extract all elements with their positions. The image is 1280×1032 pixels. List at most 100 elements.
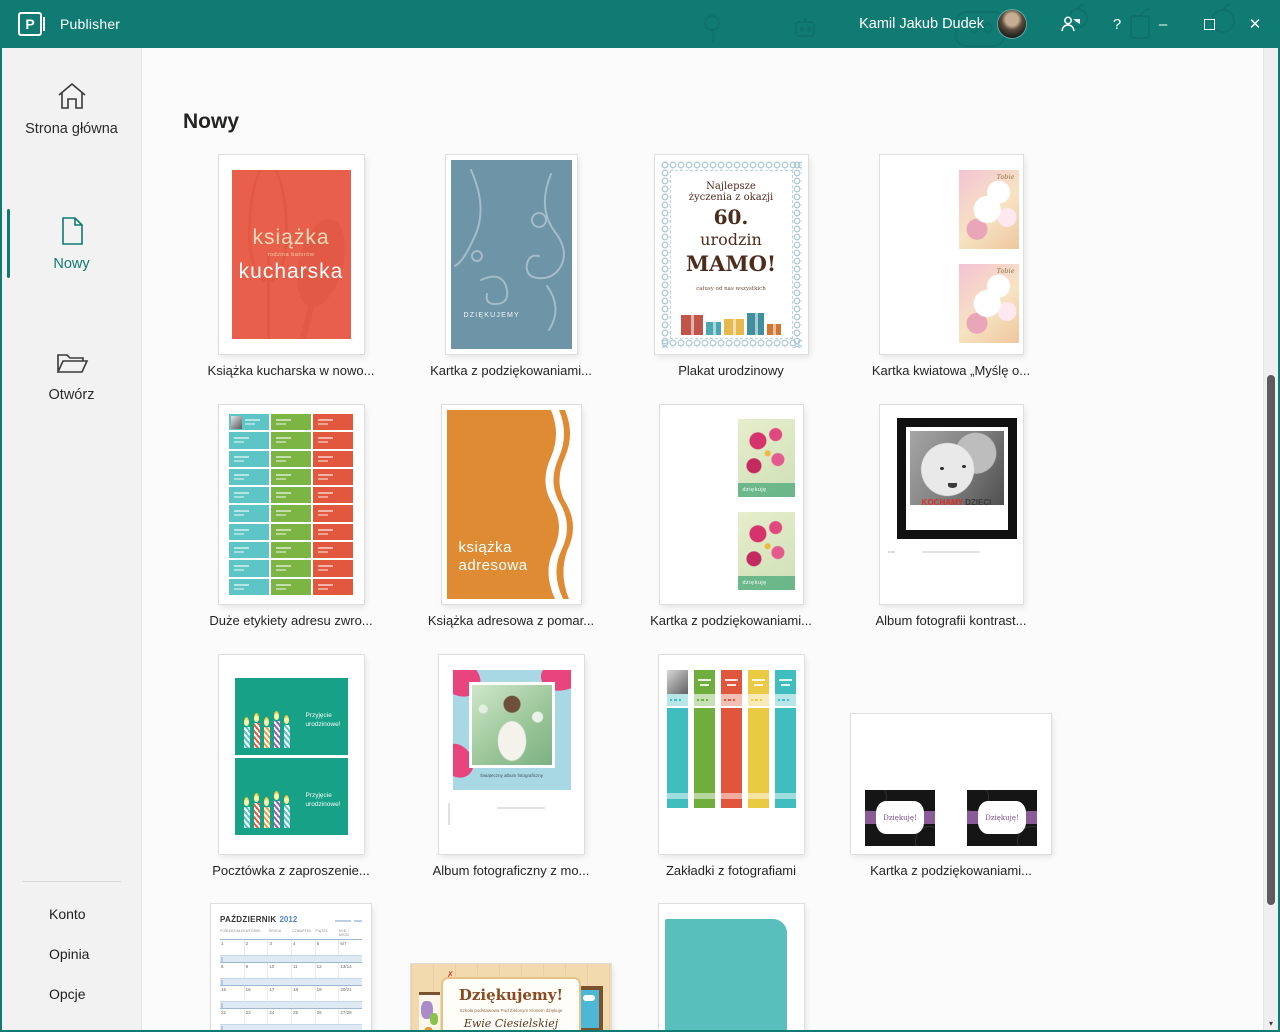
- new-templates-pane: Nowy książka rodzina batorów kucharska K…: [142, 48, 1278, 1030]
- preview-text: dziękuję: [737, 576, 795, 590]
- sidebar-item-open[interactable]: Otwórz: [2, 340, 141, 411]
- user-avatar[interactable]: [998, 10, 1026, 38]
- template-address-labels[interactable]: Duże etykiety adresu zwro...: [181, 404, 401, 634]
- robot-doodle-icon: [795, 17, 815, 37]
- calendar-grid: 1 2 3 4 5 6/7 8 9 10 11 12 13/14 15 16 17 18 19 20/21 22 23…: [220, 939, 362, 1030]
- album-cover: Świąteczny album fotograficzny: [452, 670, 571, 790]
- template-thumbnail: PAŹDZIERNIK 2012 PONIEDZIAŁEK WTOREK ŚRODA…: [211, 904, 371, 1030]
- baby-photo: [909, 431, 1004, 505]
- postcard-panel: Przyjęcie urodzinowe!: [234, 758, 348, 835]
- signed-in-user[interactable]: Kamil Jakub Dudek: [859, 16, 984, 32]
- preview-text: Dziękuję!: [883, 813, 917, 822]
- help-button[interactable]: ?: [1094, 0, 1140, 48]
- template-thumbnail: [658, 904, 804, 1030]
- sidebar-item-options[interactable]: Opcje: [2, 974, 141, 1014]
- template-thumbnail: Tobie Tobie: [879, 155, 1023, 354]
- template-address-book[interactable]: książka adresowa Książka adresowa z poma…: [401, 404, 621, 634]
- template-baby-photo-album[interactable]: KOCHAMY DZIECI Album fotografii kontrast…: [841, 404, 1061, 634]
- sidebar-item-account[interactable]: Konto: [2, 894, 141, 934]
- vertical-scrollbar[interactable]: ▾: [1263, 48, 1278, 1030]
- preview-text: urodzin: [700, 230, 762, 249]
- template-flower-card[interactable]: Tobie Tobie Kartka kwiatowa „Myślę o...: [841, 154, 1061, 384]
- publisher-window: P Publisher Kamil Jakub Dudek ? – ✕ Stro…: [0, 0, 1280, 1032]
- sidebar-item-home[interactable]: Strona główna: [2, 72, 141, 145]
- help-icon: ?: [1112, 15, 1122, 33]
- template-thank-you-flowers[interactable]: dziękuję dziękuję Kartka z podziękowania…: [621, 404, 841, 634]
- template-thumbnail: Najlepsze życzenia z okazji 60. urodzin …: [654, 155, 808, 354]
- minimize-button[interactable]: –: [1140, 0, 1186, 48]
- template-thumbnail: Dziękuję! Dziękuję!: [851, 714, 1051, 854]
- scrollbar-thumb[interactable]: [1267, 375, 1275, 905]
- template-thumbnail: ✗ Dziękujemy! Szkoła podstawowa Pod Ziel…: [411, 964, 611, 1030]
- template-birthday-poster[interactable]: Najlepsze życzenia z okazji 60. urodzin …: [621, 154, 841, 384]
- template-invitation-postcard[interactable]: Przyjęcie urodzinowe! Przyjęcie urodzino…: [181, 654, 401, 884]
- template-photo-album[interactable]: Świąteczny album fotograficzny Album fot…: [401, 654, 621, 884]
- maximize-button[interactable]: [1186, 0, 1232, 48]
- template-thumbnail: książka rodzina batorów kucharska: [218, 155, 364, 354]
- sidebar-item-new[interactable]: Nowy: [2, 207, 141, 280]
- preview-text: książka: [252, 225, 330, 249]
- preview-text: Przyjęcie: [305, 791, 332, 799]
- template-grid: książka rodzina batorów kucharska Książk…: [181, 154, 1278, 1030]
- preview-text: Szkoła podstawowa Pod Zielonym Klonem dz…: [459, 1008, 563, 1013]
- new-document-icon: [61, 217, 83, 245]
- template-caption: Album fotografii kontrast...: [875, 613, 1027, 628]
- close-button[interactable]: ✕: [1232, 0, 1278, 48]
- app-title: Publisher: [60, 16, 121, 32]
- template-cookbook[interactable]: książka rodzina batorów kucharska Książk…: [181, 154, 401, 384]
- preview-text: dziękuję: [737, 483, 795, 497]
- preview-text: MAMO!: [685, 251, 777, 276]
- preview-text: adresowa: [458, 557, 528, 574]
- template-caption: Kartka kwiatowa „Myślę o...: [871, 363, 1031, 378]
- preview-text: DZIĘKUJEMY: [463, 312, 520, 319]
- share-people-button[interactable]: [1048, 0, 1094, 48]
- template-thumbnail: książka adresowa: [441, 405, 581, 604]
- page-title: Nowy: [183, 110, 240, 133]
- flower-photo: Tobie: [958, 264, 1019, 343]
- scrollbar-down-arrow[interactable]: ▾: [1264, 1019, 1278, 1028]
- preview-text: całusy od nas wszystkich: [696, 286, 766, 292]
- gift-boxes-illustration: [675, 309, 788, 335]
- template-thank-you-black[interactable]: Dziękuję! Dziękuję! Kartka z podziękowan…: [841, 654, 1061, 884]
- template-thank-you-swirl[interactable]: DZIĘKUJEMY Kartka z podziękowaniami...: [401, 154, 621, 384]
- people-add-icon: [1061, 16, 1080, 32]
- minimize-icon: –: [1158, 15, 1168, 33]
- sidebar-item-label: Otwórz: [48, 387, 95, 403]
- calendar-year: 2012: [279, 915, 298, 924]
- preview-text: urodzinowe!: [305, 720, 341, 728]
- template-teal-card[interactable]: [621, 904, 841, 1030]
- template-caption: Książka kucharska w nowo...: [207, 363, 375, 378]
- template-caption: Zakładki z fotografiami: [665, 863, 797, 878]
- template-caption: Pocztówka z zaproszenie...: [212, 863, 370, 878]
- template-calendar[interactable]: PAŹDZIERNIK 2012 PONIEDZIAŁEK WTOREK ŚRODA…: [181, 904, 401, 1030]
- preview-text: Ewie Ciesielskiej: [463, 1017, 559, 1030]
- template-photo-bookmarks[interactable]: Zakładki z fotografiami: [621, 654, 841, 884]
- sidebar-item-feedback[interactable]: Opinia: [2, 934, 141, 974]
- publisher-app-icon: P: [18, 12, 45, 36]
- flower-photo: Tobie: [958, 170, 1019, 249]
- swirl-ornament: [453, 169, 565, 331]
- template-thumbnail: dziękuję dziękuję: [659, 405, 803, 604]
- template-caption: Kartka z podziękowaniami...: [430, 363, 592, 378]
- sidebar-item-label: Nowy: [53, 256, 90, 272]
- flower-photo: dziękuję: [737, 419, 795, 497]
- bookmark-strips: [659, 670, 804, 808]
- preview-text: DZIECI: [965, 498, 992, 507]
- preview-text: Przyjęcie: [305, 711, 332, 719]
- preview-text: rodzina batorów: [267, 251, 315, 258]
- template-caption: Kartka z podziękowaniami...: [870, 863, 1032, 878]
- template-thumbnail: Świąteczny album fotograficzny: [438, 655, 584, 854]
- photo-frame: KOCHAMY DZIECI: [896, 418, 1017, 539]
- preview-text: Świąteczny album fotograficzny: [479, 773, 544, 778]
- thank-you-card: Dziękuję!: [967, 790, 1037, 846]
- template-thumbnail: DZIĘKUJEMY: [445, 155, 577, 354]
- postcard-panel: Przyjęcie urodzinowe!: [234, 678, 348, 755]
- preview-text: Dziękuję!: [985, 813, 1019, 822]
- map-poster: [419, 992, 440, 1030]
- open-folder-icon: [56, 354, 88, 373]
- preview-text: Dziękujemy!: [458, 986, 564, 1004]
- template-certificate[interactable]: ✗ Dziękujemy! Szkoła podstawowa Pod Ziel…: [401, 904, 621, 1030]
- close-icon: ✕: [1248, 16, 1262, 33]
- preview-text: Tobie: [996, 267, 1015, 275]
- template-thumbnail: [658, 655, 804, 854]
